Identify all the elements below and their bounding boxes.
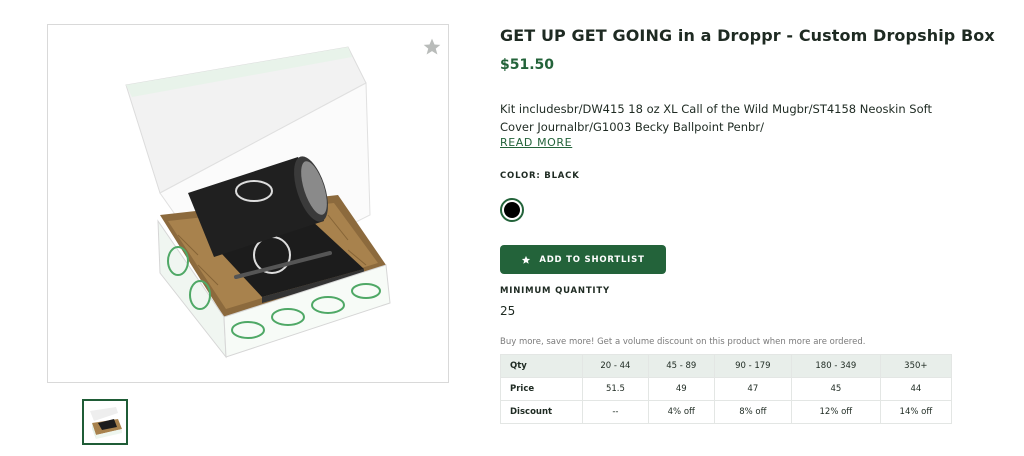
table-cell: 4% off bbox=[647, 400, 715, 424]
row-label: Price bbox=[500, 377, 583, 401]
product-info: GET UP GET GOING in a Droppr - Custom Dr… bbox=[500, 24, 995, 347]
product-image[interactable] bbox=[48, 25, 448, 382]
table-cell: 14% off bbox=[879, 400, 953, 424]
product-image-gallery bbox=[47, 24, 449, 383]
product-thumbnail[interactable] bbox=[82, 399, 128, 445]
table-cell: 45 - 89 bbox=[647, 354, 715, 378]
table-cell: 350+ bbox=[879, 354, 953, 378]
read-more-link[interactable]: READ MORE bbox=[500, 136, 572, 149]
product-title: GET UP GET GOING in a Droppr - Custom Dr… bbox=[500, 26, 995, 45]
color-swatch-black[interactable] bbox=[500, 198, 524, 222]
shortlist-button-label: ADD TO SHORTLIST bbox=[539, 254, 645, 265]
volume-discount-note: Buy more, save more! Get a volume discou… bbox=[500, 337, 866, 347]
table-cell: 44 bbox=[879, 377, 953, 401]
row-label: Discount bbox=[500, 400, 583, 424]
table-cell: 8% off bbox=[713, 400, 792, 424]
swatch-fill bbox=[504, 202, 520, 218]
thumbnail-image bbox=[84, 401, 126, 443]
table-row: Discount -- 4% off 8% off 12% off 14% of… bbox=[500, 400, 953, 424]
table-row: Price 51.5 49 47 45 44 bbox=[500, 377, 953, 401]
row-label: Qty bbox=[500, 354, 583, 378]
table-cell: 49 bbox=[647, 377, 715, 401]
table-cell: 12% off bbox=[790, 400, 881, 424]
minimum-quantity-label: MINIMUM QUANTITY bbox=[500, 286, 610, 296]
table-cell: 180 - 349 bbox=[790, 354, 881, 378]
star-icon bbox=[522, 255, 531, 264]
volume-pricing-table: Qty 20 - 44 45 - 89 90 - 179 180 - 349 3… bbox=[500, 354, 953, 424]
add-to-shortlist-button[interactable]: ADD TO SHORTLIST bbox=[500, 245, 666, 274]
favorite-star-icon[interactable] bbox=[422, 37, 442, 57]
minimum-quantity-value: 25 bbox=[500, 304, 516, 318]
table-cell: 45 bbox=[790, 377, 881, 401]
table-cell: 51.5 bbox=[582, 377, 649, 401]
table-cell: -- bbox=[582, 400, 649, 424]
table-row: Qty 20 - 44 45 - 89 90 - 179 180 - 349 3… bbox=[500, 354, 953, 378]
product-description: Kit includesbr/DW415 18 oz XL Call of th… bbox=[500, 102, 932, 134]
table-cell: 20 - 44 bbox=[582, 354, 649, 378]
product-price: $51.50 bbox=[500, 57, 555, 73]
table-cell: 47 bbox=[713, 377, 792, 401]
table-cell: 90 - 179 bbox=[713, 354, 792, 378]
color-label: COLOR: BLACK bbox=[500, 171, 580, 181]
